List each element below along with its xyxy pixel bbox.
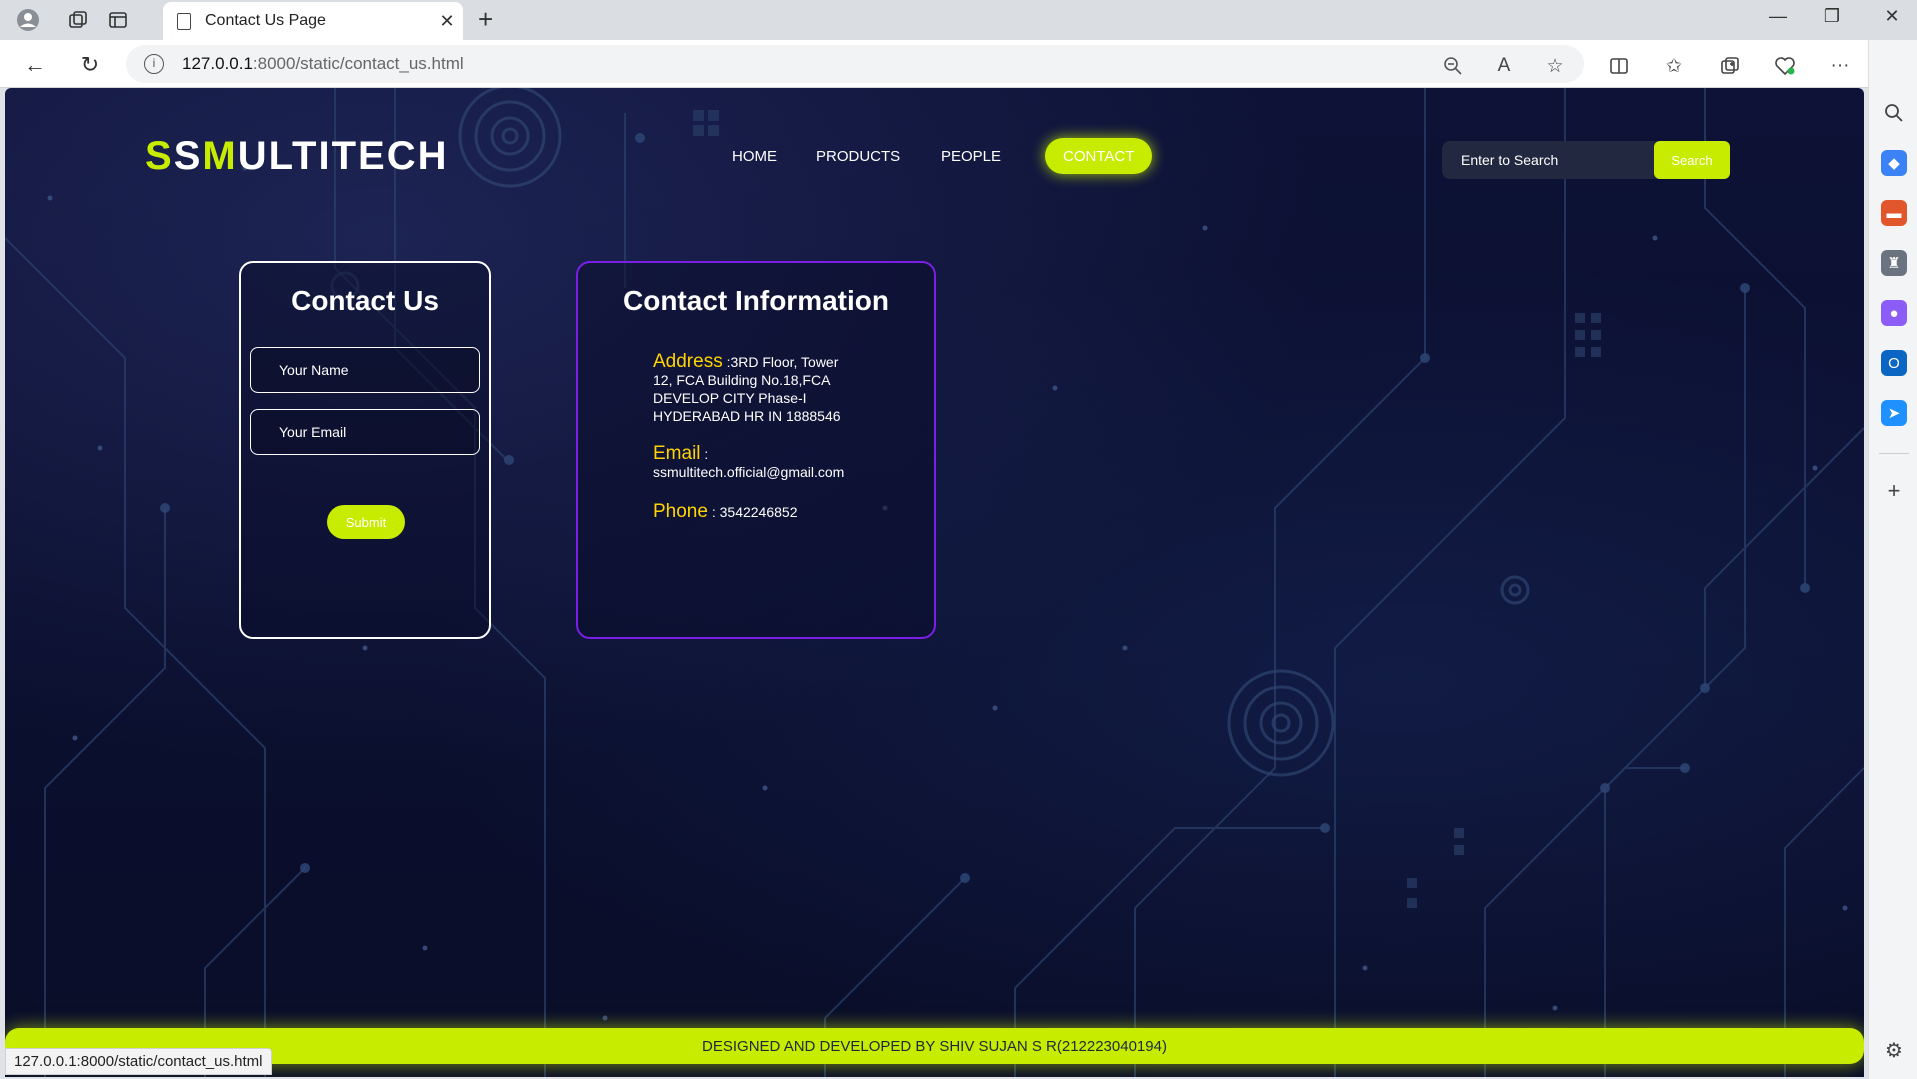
refresh-icon[interactable]: ↻	[75, 50, 105, 80]
site-footer: DESIGNED AND DEVELOPED BY SHIV SUJAN S R…	[5, 1028, 1864, 1064]
search-box: Search	[1442, 141, 1730, 179]
favorite-star-icon[interactable]: ☆	[1541, 52, 1569, 80]
nav-people[interactable]: PEOPLE	[941, 138, 1001, 174]
more-options-icon[interactable]: ···	[1826, 52, 1854, 80]
sidebar-add-icon[interactable]: +	[1881, 478, 1907, 504]
sidebar-settings-icon[interactable]: ⚙	[1881, 1037, 1907, 1063]
sidebar-divider	[1879, 453, 1909, 454]
close-window-icon[interactable]: ✕	[1872, 6, 1912, 27]
url-field[interactable]: i 127.0.0.1:8000/static/contact_us.html	[126, 45, 1584, 83]
url-host: 127.0.0.1	[182, 54, 253, 73]
workspaces-icon[interactable]	[64, 6, 92, 34]
nav-contact[interactable]: CONTACT	[1045, 138, 1153, 174]
email-field[interactable]	[250, 409, 480, 455]
browser-tab-bar: Contact Us Page ✕ + — ❐ ✕	[0, 0, 1917, 40]
email-block: Email : ssmultitech.official@gmail.com	[653, 443, 873, 481]
page-icon	[177, 12, 191, 30]
sidebar-games-icon[interactable]: ♜	[1881, 250, 1907, 276]
address-first-line: :3RD Floor, Tower	[722, 354, 839, 370]
restore-icon[interactable]: ❐	[1812, 6, 1852, 27]
status-url-bar: 127.0.0.1:8000/static/contact_us.html	[5, 1048, 272, 1075]
tab-title: Contact Us Page	[205, 12, 326, 29]
phone-block: Phone : 3542246852	[653, 501, 873, 522]
back-arrow-icon[interactable]: ←	[20, 50, 50, 80]
sidebar-office-icon[interactable]: ●	[1881, 300, 1907, 326]
address-label: Address	[653, 351, 723, 372]
nav-products[interactable]: PRODUCTS	[816, 138, 900, 174]
browser-address-bar: ← ↻ i 127.0.0.1:8000/static/contact_us.h…	[0, 40, 1917, 88]
contact-info-title: Contact Information	[623, 285, 889, 316]
split-screen-icon[interactable]	[1605, 52, 1633, 80]
submit-button[interactable]: Submit	[327, 505, 405, 539]
site-info-icon[interactable]: i	[144, 54, 164, 74]
tab-actions-icon[interactable]	[104, 6, 132, 34]
new-tab-icon[interactable]: +	[478, 4, 493, 35]
name-field[interactable]	[250, 347, 480, 393]
edge-sidebar: ◆ ▬ ♜ ● O ➤ + ⚙	[1868, 40, 1917, 1079]
search-button[interactable]: Search	[1654, 141, 1730, 179]
email-value[interactable]: ssmultitech.official@gmail.com	[653, 464, 844, 480]
collections-icon[interactable]	[1716, 52, 1744, 80]
minimize-icon[interactable]: —	[1758, 6, 1798, 27]
close-tab-icon[interactable]: ✕	[431, 11, 463, 32]
phone-label: Phone	[653, 501, 708, 522]
sidebar-tools-icon[interactable]: ▬	[1881, 200, 1907, 226]
profile-icon[interactable]	[14, 6, 42, 34]
address-rest: 12, FCA Building No.18,FCA DEVELOP CITY …	[653, 372, 841, 424]
email-label: Email	[653, 443, 701, 464]
page-viewport: SSMULTITECH HOME PRODUCTS PEOPLE CONTACT…	[5, 88, 1864, 1077]
site-logo[interactable]: SSMULTITECH	[145, 134, 449, 179]
browser-essentials-icon[interactable]	[1771, 52, 1799, 80]
sidebar-drop-icon[interactable]: ➤	[1881, 400, 1907, 426]
search-input[interactable]	[1442, 141, 1652, 179]
url-path: :8000/static/contact_us.html	[252, 54, 464, 73]
contact-form-card: Contact Us Submit	[239, 261, 491, 639]
browser-tab-active[interactable]: Contact Us Page ✕	[163, 2, 463, 40]
email-separator: :	[700, 446, 709, 462]
sidebar-shopping-icon[interactable]: ◆	[1881, 150, 1907, 176]
contact-form-title: Contact Us	[291, 285, 439, 316]
zoom-out-icon[interactable]	[1439, 52, 1467, 80]
contact-info-card: Contact Information Address :3RD Floor, …	[576, 261, 936, 639]
read-aloud-icon[interactable]: A	[1490, 52, 1518, 80]
sidebar-outlook-icon[interactable]: O	[1881, 350, 1907, 376]
phone-value: : 3542246852	[707, 504, 798, 520]
address-block: Address :3RD Floor, Tower 12, FCA Buildi…	[653, 351, 873, 425]
sidebar-search-icon[interactable]	[1881, 100, 1907, 126]
favorites-icon[interactable]: ✩	[1660, 52, 1688, 80]
nav-home[interactable]: HOME	[732, 138, 777, 174]
